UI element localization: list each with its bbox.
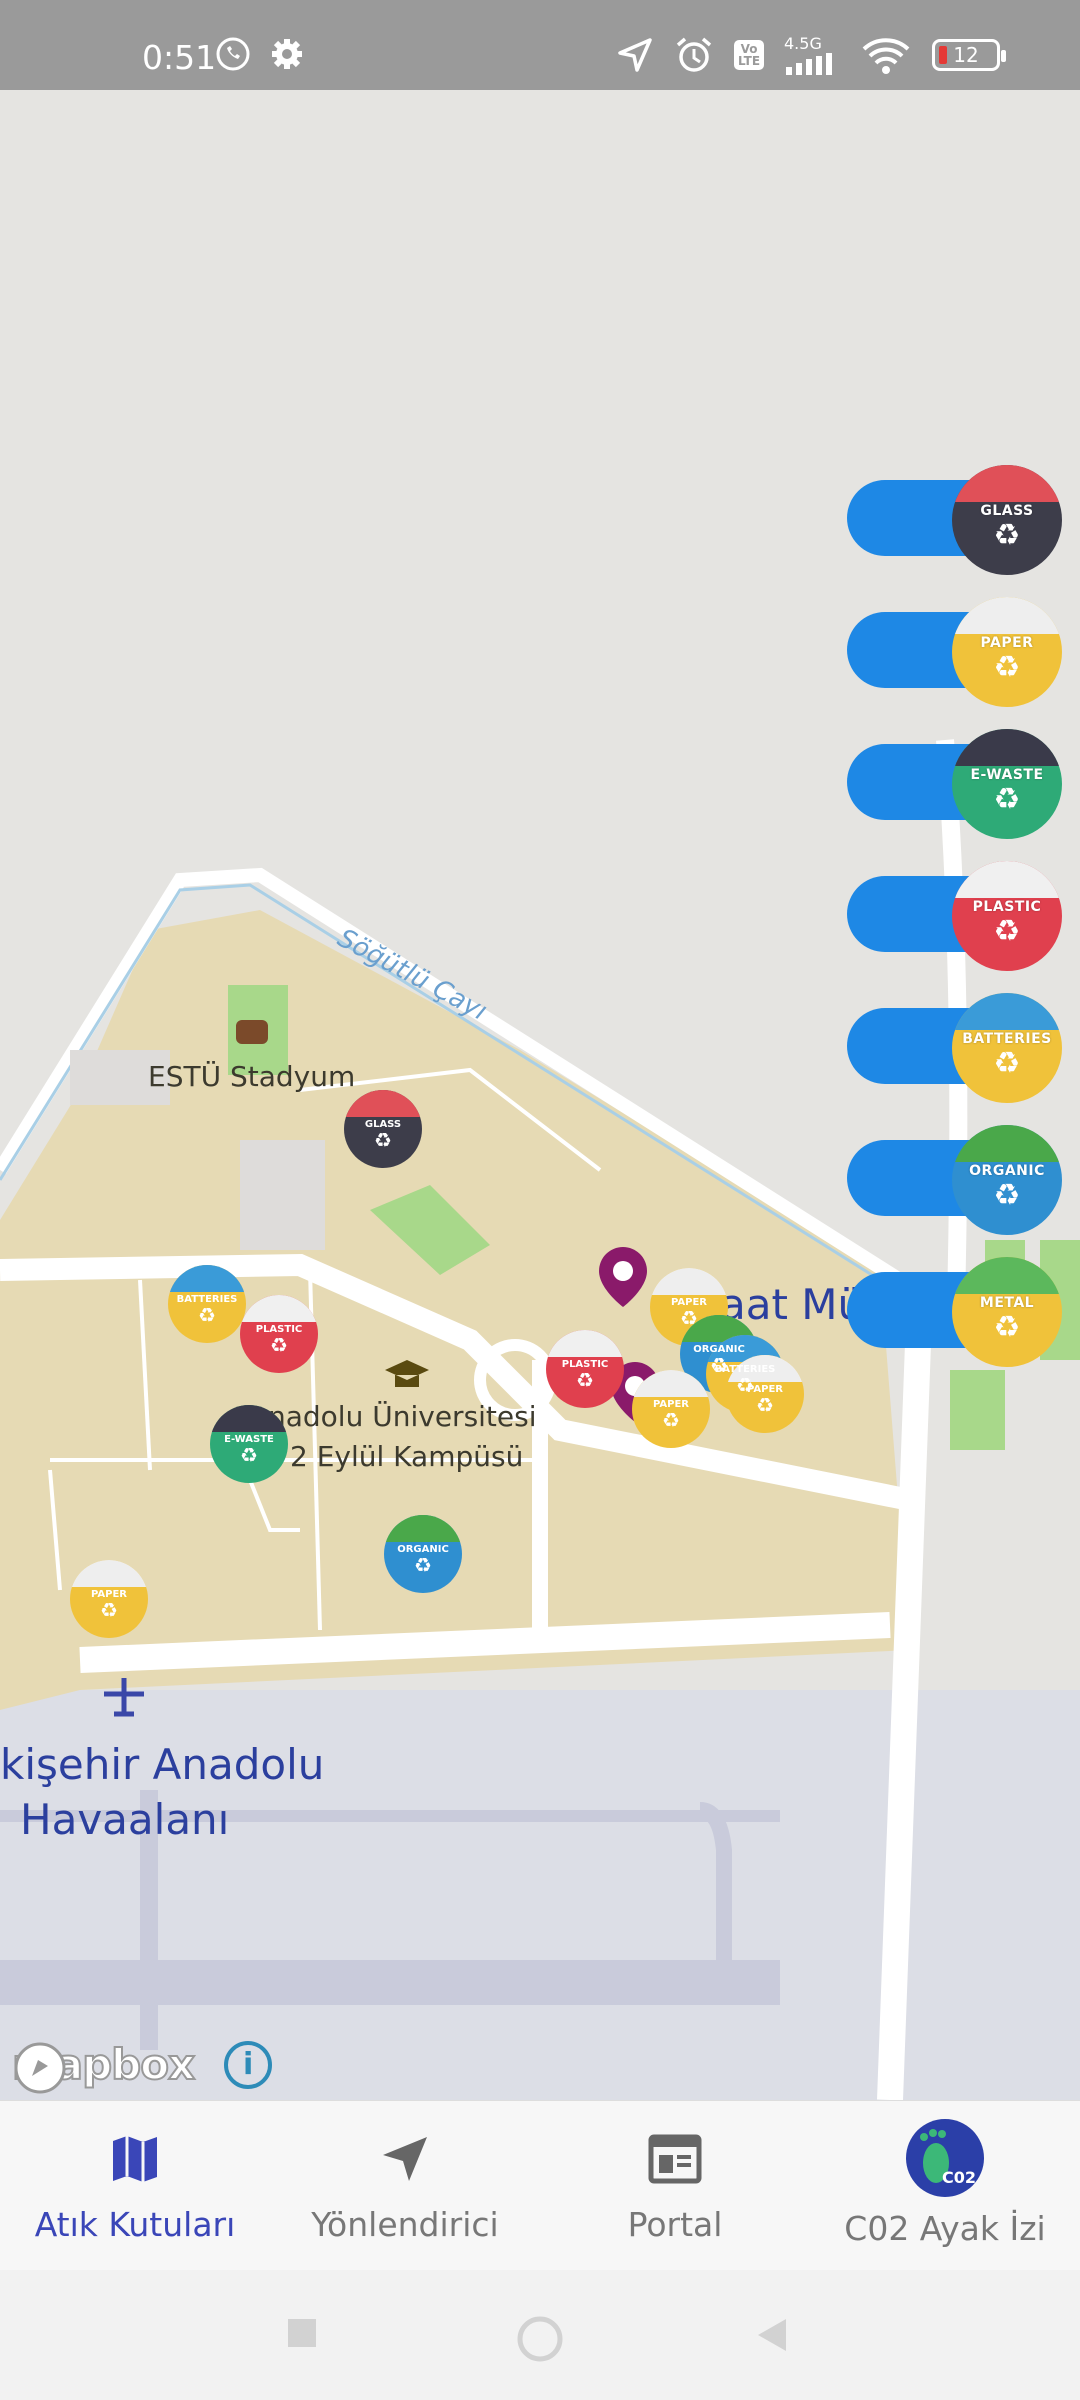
bottom-navigation: Atık Kutuları Yönlendirici Portal C02 C0… — [0, 2100, 1080, 2270]
navigation-arrow-icon — [383, 2137, 427, 2181]
signal-icon — [786, 53, 832, 75]
map-view[interactable]: ESTÜ Stadyum Söğütlü Çayı nadolu Ünivers… — [0, 90, 1080, 2100]
co2-footprint-icon: C02 — [906, 2119, 984, 2197]
system-navigation-bar — [0, 2270, 1080, 2400]
paper-bin-icon[interactable]: PAPER ♻ — [952, 597, 1062, 707]
glass-bin-icon[interactable]: GLASS ♻ — [952, 465, 1062, 575]
network-type: 4.5G — [784, 34, 822, 53]
location-pin-icon[interactable] — [596, 1245, 650, 1309]
nav-item-portal[interactable]: Portal — [540, 2131, 810, 2244]
map-bin-ewaste[interactable]: E-WASTE ♻ — [210, 1405, 288, 1483]
nav-item-navigator[interactable]: Yönlendirici — [270, 2131, 540, 2244]
map-bin-organic[interactable]: ORGANIC ♻ — [384, 1515, 462, 1593]
status-time: 0:51 — [142, 38, 217, 77]
info-icon[interactable]: i — [224, 2040, 273, 2089]
filter-metal[interactable]: METAL ♻ — [847, 1247, 1080, 1367]
status-bar: 0:51 Vo LTE 4.5G 12 — [0, 0, 1080, 90]
location-arrow-icon — [618, 37, 652, 72]
back-icon[interactable] — [752, 2315, 792, 2355]
recent-apps-icon[interactable] — [284, 2315, 320, 2351]
whatsapp-icon — [216, 37, 250, 71]
filter-glass[interactable]: GLASS ♻ — [847, 455, 1080, 575]
metal-bin-icon[interactable]: METAL ♻ — [952, 1257, 1062, 1367]
map-bin-glass[interactable]: GLASS ♻ — [344, 1090, 422, 1168]
organic-bin-icon[interactable]: ORGANIC ♻ — [952, 1125, 1062, 1235]
map-icon — [113, 2136, 157, 2182]
nav-item-waste-bins[interactable]: Atık Kutuları — [0, 2131, 270, 2244]
filter-batteries[interactable]: BATTERIES ♻ — [847, 983, 1080, 1103]
filter-plastic[interactable]: PLASTIC ♻ — [847, 851, 1080, 971]
alarm-clock-icon — [676, 37, 712, 72]
campus-label-line1: nadolu Üniversitesi — [268, 1400, 537, 1433]
airport-label-line2: Havaalanı — [20, 1795, 230, 1844]
battery-indicator: 12 — [932, 38, 1006, 71]
stadium-icon — [236, 1020, 268, 1044]
campus-label-line2: 2 Eylül Kampüsü — [290, 1440, 524, 1473]
mapbox-logo-icon — [14, 2042, 66, 2094]
filter-organic[interactable]: ORGANIC ♻ — [847, 1115, 1080, 1235]
airport-label-line1: kişehir Anadolu — [0, 1740, 325, 1789]
newspaper-icon — [648, 2134, 702, 2184]
settings-gear-icon — [272, 39, 302, 69]
home-icon[interactable] — [516, 2315, 564, 2363]
map-bin-paper[interactable]: PAPER ♻ — [632, 1370, 710, 1448]
plastic-bin-icon[interactable]: PLASTIC ♻ — [952, 861, 1062, 971]
mapbox-attribution: mapbox i — [11, 2039, 273, 2094]
map-bin-plastic[interactable]: PLASTIC ♻ — [240, 1295, 318, 1373]
map-bin-paper[interactable]: PAPER ♻ — [70, 1560, 148, 1638]
nav-item-co2-footprint[interactable]: C02 C02 Ayak İzi — [810, 2119, 1080, 2248]
map-bin-plastic[interactable]: PLASTIC ♻ — [546, 1330, 624, 1408]
batteries-bin-icon[interactable]: BATTERIES ♻ — [952, 993, 1062, 1103]
filter-ewaste[interactable]: E-WASTE ♻ — [847, 719, 1080, 839]
ewaste-bin-icon[interactable]: E-WASTE ♻ — [952, 729, 1062, 839]
wifi-icon — [862, 37, 910, 74]
map-bin-batteries[interactable]: BATTERIES ♻ — [168, 1265, 246, 1343]
stadium-label: ESTÜ Stadyum — [148, 1060, 356, 1093]
volte-icon: Vo LTE — [734, 39, 764, 70]
filter-paper[interactable]: PAPER ♻ — [847, 587, 1080, 707]
